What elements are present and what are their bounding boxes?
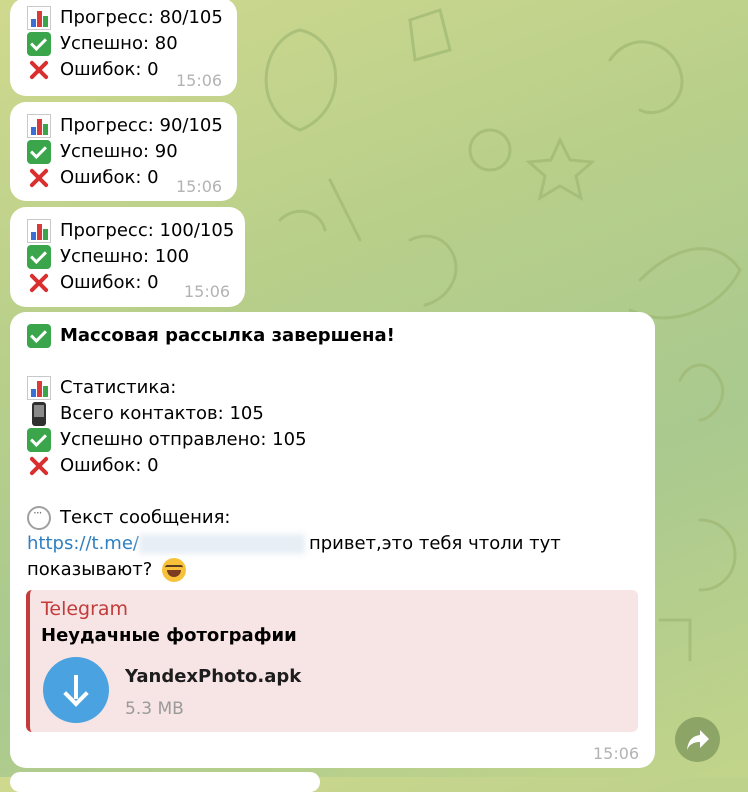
progress-message-90[interactable]: Прогресс: 90/105 Успешно: 90 Ошибок: 0 1… bbox=[10, 102, 237, 201]
text-label: Текст сообщения: bbox=[60, 507, 231, 528]
bar-chart-icon bbox=[27, 219, 51, 243]
errors-text: Ошибок: 0 bbox=[60, 167, 159, 188]
forward-button[interactable] bbox=[675, 717, 720, 762]
success-text: Успешно: 90 bbox=[60, 141, 178, 162]
progress-message-80[interactable]: Прогресс: 80/105 Успешно: 80 Ошибок: 0 1… bbox=[10, 0, 237, 96]
preview-title: Неудачные фотографии bbox=[41, 625, 297, 646]
success-text: Успешно: 80 bbox=[60, 33, 178, 54]
check-mark-button-icon bbox=[27, 32, 51, 56]
check-mark-button-icon bbox=[27, 245, 51, 269]
message-link[interactable]: https://t.me/ bbox=[27, 531, 139, 557]
message-time: 15:06 bbox=[184, 282, 231, 301]
message-time: 15:06 bbox=[176, 71, 223, 90]
preview-site-name: Telegram bbox=[41, 598, 129, 620]
sent-count: Успешно отправлено: 105 bbox=[60, 429, 307, 450]
errors-text: Ошибок: 0 bbox=[60, 272, 159, 293]
forward-arrow-icon bbox=[687, 730, 709, 750]
progress-text: Прогресс: 100/105 bbox=[60, 220, 235, 241]
bar-chart-icon bbox=[27, 114, 51, 138]
total-contacts: Всего контактов: 105 bbox=[60, 403, 264, 424]
download-icon[interactable] bbox=[43, 657, 109, 723]
success-text: Успешно: 100 bbox=[60, 246, 190, 267]
file-size: 5.3 MB bbox=[125, 699, 184, 719]
check-mark-button-icon bbox=[27, 324, 51, 348]
file-name: YandexPhoto.apk bbox=[125, 666, 302, 687]
progress-message-100[interactable]: Прогресс: 100/105 Успешно: 100 Ошибок: 0… bbox=[10, 207, 245, 307]
message-text: привет,это тебя чтоли тут bbox=[308, 533, 561, 554]
redacted-username bbox=[138, 534, 305, 554]
message-text-line2: показывают? bbox=[27, 559, 153, 580]
errors-count: Ошибок: 0 bbox=[60, 455, 159, 476]
face-with-tears-of-joy-icon bbox=[162, 558, 187, 582]
message-time: 15:06 bbox=[176, 177, 223, 196]
bar-chart-icon bbox=[27, 6, 51, 30]
cross-mark-icon bbox=[27, 454, 51, 478]
speech-balloon-icon bbox=[27, 506, 51, 530]
cross-mark-icon bbox=[27, 271, 51, 295]
check-mark-button-icon bbox=[27, 428, 51, 452]
progress-text: Прогресс: 90/105 bbox=[60, 115, 223, 136]
bar-chart-icon bbox=[27, 376, 51, 400]
cross-mark-icon bbox=[27, 58, 51, 82]
summary-heading: Массовая рассылка завершена! bbox=[60, 325, 395, 346]
message-time: 15:06 bbox=[593, 744, 640, 763]
errors-text: Ошибок: 0 bbox=[60, 59, 159, 80]
mobile-phone-icon bbox=[32, 402, 46, 426]
check-mark-button-icon bbox=[27, 140, 51, 164]
cross-mark-icon bbox=[27, 166, 51, 190]
summary-message[interactable]: Массовая рассылка завершена! Статистика:… bbox=[10, 312, 655, 768]
stats-label: Статистика: bbox=[60, 377, 177, 398]
link-preview[interactable]: Telegram Неудачные фотографии YandexPhot… bbox=[26, 590, 638, 732]
progress-text: Прогресс: 80/105 bbox=[60, 7, 223, 28]
next-message-edge bbox=[10, 772, 320, 792]
